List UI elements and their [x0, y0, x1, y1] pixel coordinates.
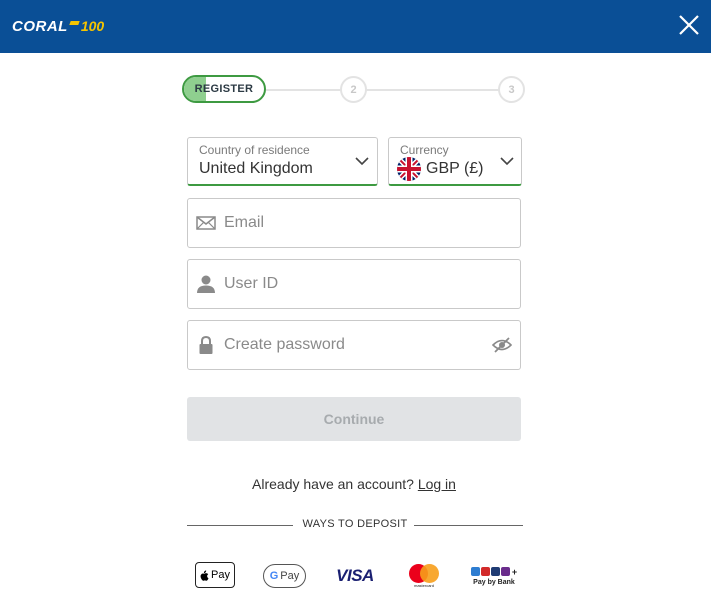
logo-mark	[69, 21, 80, 25]
mastercard-text: mastercard	[413, 583, 434, 588]
eye-slash-icon[interactable]	[492, 335, 512, 355]
userid-field	[187, 259, 521, 309]
deposit-divider: WAYS TO DEPOSIT	[187, 518, 523, 532]
chevron-down-icon	[500, 157, 514, 166]
lock-icon	[199, 335, 213, 354]
pay-by-bank-logo: + Pay by Bank	[469, 562, 519, 590]
mastercard-orange-circle	[420, 564, 439, 583]
login-prompt-row: Already have an account? Log in	[187, 476, 521, 492]
plus-icon: +	[511, 566, 518, 577]
bank-icon	[500, 567, 510, 576]
mastercard-logo: mastercard	[407, 562, 441, 590]
step-2: 2	[340, 76, 367, 103]
login-prompt-text: Already have an account?	[252, 476, 414, 492]
bank-icon	[490, 567, 500, 576]
step-register-label: REGISTER	[194, 83, 254, 95]
envelope-icon	[196, 216, 216, 230]
visa-logo: VISA	[336, 566, 374, 585]
logo-text: CORAL	[12, 17, 68, 35]
currency-label: Currency	[400, 143, 449, 157]
currency-select[interactable]: Currency GBP (£)	[388, 137, 522, 186]
apple-pay-logo: Pay	[195, 562, 235, 588]
registration-stepper: REGISTER 2 3	[182, 75, 528, 105]
continue-button[interactable]: Continue	[187, 397, 521, 441]
user-icon	[197, 275, 215, 293]
coral-logo: CORAL 100	[12, 17, 104, 35]
password-field	[187, 320, 521, 370]
uk-flag-icon	[397, 157, 421, 181]
bank-icons: +	[470, 566, 518, 577]
country-label: Country of residence	[199, 143, 310, 157]
apple-pay-text: Pay	[211, 569, 230, 581]
divider-line	[414, 525, 523, 526]
mastercard-circles	[409, 564, 439, 583]
step-3: 3	[498, 76, 525, 103]
currency-value: GBP (£)	[426, 160, 484, 177]
step-register: REGISTER	[182, 75, 266, 103]
country-value: United Kingdom	[199, 160, 313, 177]
country-select[interactable]: Country of residence United Kingdom	[187, 137, 378, 186]
google-pay-text: Pay	[280, 570, 300, 582]
password-input[interactable]	[224, 321, 494, 369]
email-input[interactable]	[224, 199, 494, 247]
header-bar: CORAL 100	[0, 0, 711, 53]
step-connector	[366, 89, 502, 91]
google-pay-logo: G Pay	[263, 564, 306, 588]
close-icon[interactable]	[676, 12, 702, 38]
google-g-text: G	[269, 570, 279, 582]
bank-icon	[480, 567, 490, 576]
login-link[interactable]: Log in	[418, 476, 456, 492]
logo-anniversary: 100	[80, 18, 105, 34]
chevron-down-icon	[355, 157, 369, 166]
email-field	[187, 198, 521, 248]
apple-icon	[200, 569, 209, 581]
userid-input[interactable]	[224, 260, 494, 308]
bank-icon	[470, 567, 480, 576]
deposit-heading: WAYS TO DEPOSIT	[302, 518, 408, 530]
pay-by-bank-text: Pay by Bank	[473, 578, 515, 586]
